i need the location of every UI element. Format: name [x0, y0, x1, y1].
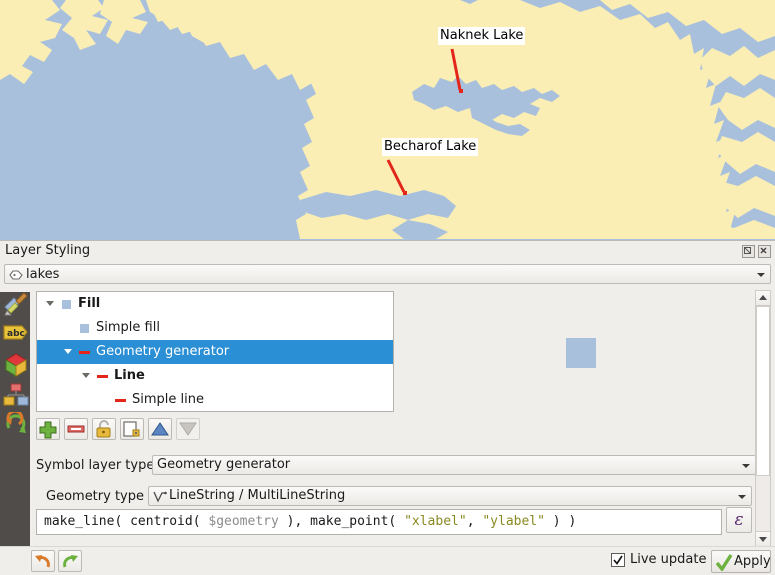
tree-row[interactable]: Simple fill — [37, 316, 393, 340]
sidebar-item-history[interactable] — [3, 412, 29, 442]
tree-row[interactable]: Simple line — [37, 388, 393, 412]
symbol-preview-swatch — [566, 338, 596, 368]
sidebar-item-3d-view[interactable] — [3, 352, 29, 382]
undo-arrow-icon — [32, 551, 54, 571]
remove-symbol-layer-button[interactable] — [64, 418, 88, 440]
linestring-icon — [153, 490, 167, 509]
duplicate-symbol-layer-button[interactable] — [120, 418, 144, 440]
chevron-down-icon[interactable] — [757, 273, 765, 277]
undo-button[interactable] — [31, 550, 55, 572]
redo-arrow-icon — [59, 551, 81, 571]
symbol-layer-type-label: Symbol layer type — [36, 458, 154, 473]
float-icon[interactable] — [742, 245, 755, 258]
tree-row-selected[interactable]: Geometry generator — [37, 340, 393, 364]
live-update-label: Live update — [630, 552, 706, 567]
triangle-up-icon — [149, 419, 171, 439]
minus-icon — [65, 419, 87, 439]
expression-input[interactable]: make_line( centroid( $geometry ), make_p… — [36, 509, 722, 535]
diagram-icon — [3, 382, 29, 408]
expression-builder-button[interactable]: ε — [726, 507, 752, 533]
map-label-naknek-lake: Naknek Lake — [438, 27, 525, 45]
layer-selector-value: lakes — [26, 267, 59, 282]
chevron-down-icon[interactable] — [82, 373, 90, 378]
symbol-layer-toolbar — [36, 418, 200, 440]
expr-part-string: "xlabel" — [404, 514, 467, 529]
symbol-layer-type-value: Geometry generator — [157, 456, 290, 474]
padlock-icon — [93, 419, 115, 439]
expr-part: , — [467, 514, 483, 529]
chevron-down-icon[interactable] — [738, 495, 746, 499]
sidebar-item-labels[interactable]: abc — [3, 322, 29, 352]
fill-swatch-icon — [62, 300, 71, 309]
line-swatch-icon — [79, 351, 90, 354]
tree-row-label: Simple line — [132, 388, 204, 412]
scrollbar-thumb[interactable] — [756, 306, 770, 476]
cube-3d-icon — [3, 352, 29, 378]
chevron-down-icon[interactable] — [742, 464, 750, 468]
chevron-down-icon[interactable] — [46, 301, 54, 306]
move-up-button[interactable] — [148, 418, 172, 440]
history-icon — [3, 412, 29, 438]
bottom-action-bar: Live update Apply — [0, 546, 775, 575]
tree-row[interactable]: Line — [37, 364, 393, 388]
line-swatch-icon — [97, 375, 108, 378]
add-symbol-layer-button[interactable] — [36, 418, 60, 440]
centroid-marker-naknek — [459, 89, 463, 93]
tree-row-label: Line — [114, 364, 145, 388]
map-canvas[interactable]: Naknek Lake Becharof Lake — [0, 0, 775, 241]
plus-icon — [37, 419, 59, 439]
apply-button[interactable]: Apply — [711, 550, 771, 573]
move-down-button — [176, 418, 200, 440]
chevron-down-icon[interactable] — [64, 349, 72, 354]
geometry-type-label: Geometry type — [46, 489, 144, 504]
expr-part-variable: $geometry — [208, 514, 278, 529]
close-icon[interactable] — [758, 245, 771, 258]
abc-label-icon: abc — [3, 322, 29, 344]
map-vector-graphic — [0, 0, 775, 239]
right-scrollbar[interactable] — [755, 290, 771, 546]
sidebar-item-diagrams[interactable] — [3, 382, 29, 412]
live-update-checkbox[interactable] — [611, 553, 625, 567]
tree-row[interactable]: Fill — [37, 292, 393, 316]
line-swatch-icon — [115, 399, 126, 402]
scroll-up-button[interactable] — [756, 291, 770, 306]
copy-icon — [121, 419, 143, 439]
lock-layer-colors-button[interactable] — [92, 418, 116, 440]
centroid-marker-becharof — [403, 191, 407, 195]
tree-row-label: Fill — [78, 292, 100, 316]
symbol-layer-tree[interactable]: Fill Simple fill Geometry generator Line… — [36, 291, 394, 412]
green-check-icon — [715, 554, 733, 574]
apply-button-label: Apply — [734, 554, 771, 569]
layer-selector-combo[interactable]: lakes — [4, 264, 771, 284]
triangle-down-icon — [177, 419, 199, 439]
qgis-layer-styling-window: Naknek Lake Becharof Lake Layer Styling … — [0, 0, 775, 575]
svg-text:abc: abc — [7, 329, 25, 339]
redo-button[interactable] — [58, 550, 82, 572]
scroll-down-button[interactable] — [756, 531, 770, 546]
polygon-layer-icon — [9, 269, 23, 284]
symbol-layer-type-combo[interactable]: Geometry generator — [152, 455, 756, 475]
map-label-becharof-lake: Becharof Lake — [382, 138, 478, 156]
panel-title-buttons — [742, 245, 771, 258]
panel-title-bar: Layer Styling — [0, 241, 775, 263]
sidebar-item-symbology[interactable] — [3, 291, 29, 321]
expr-part: ) ) — [545, 514, 576, 529]
tree-row-label: Simple fill — [96, 316, 160, 340]
geometry-type-combo[interactable]: LineString / MultiLineString — [148, 486, 752, 506]
expr-part: ), make_point( — [279, 514, 404, 529]
page-title: Layer Styling — [5, 243, 90, 258]
paintbrush-icon — [3, 291, 29, 317]
tree-row-label: Geometry generator — [96, 340, 229, 364]
expr-part: make_line( centroid( — [44, 514, 208, 529]
fill-swatch-icon — [80, 324, 89, 333]
geometry-type-value: LineString / MultiLineString — [169, 487, 345, 505]
expr-part-string: "ylabel" — [482, 514, 545, 529]
